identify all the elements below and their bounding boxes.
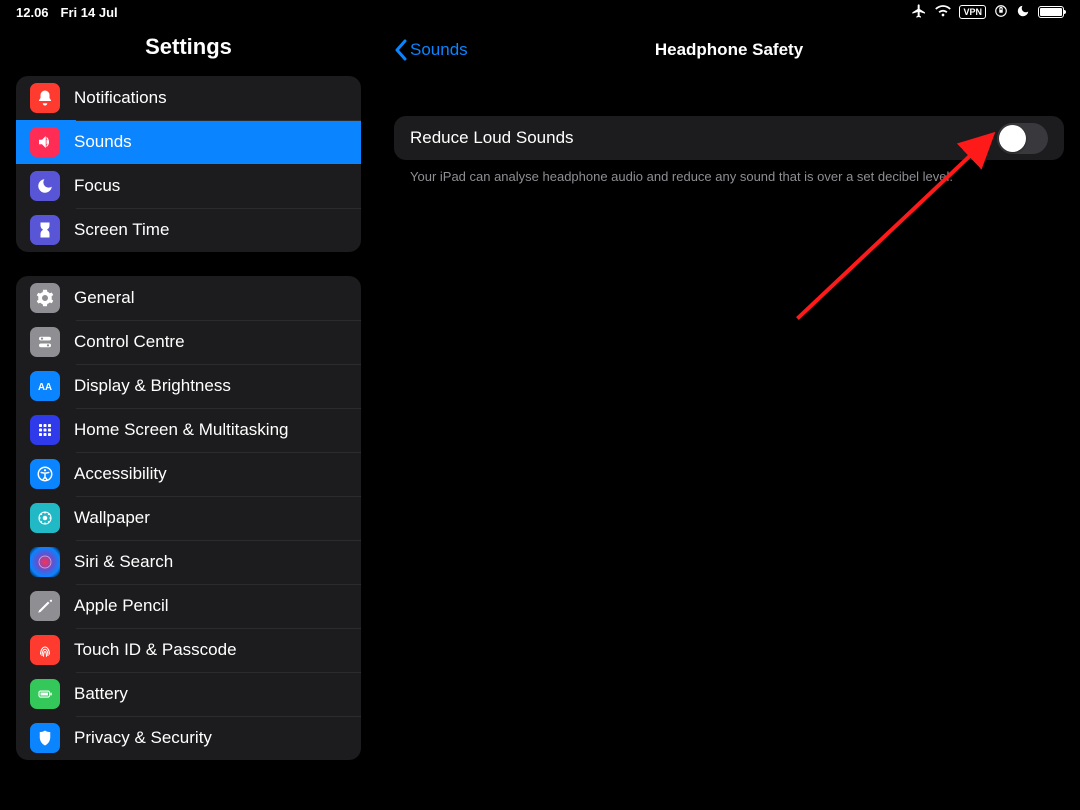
settings-group: Reduce Loud Sounds bbox=[394, 116, 1064, 160]
sounds-icon bbox=[30, 127, 60, 157]
status-bar: 12.06 Fri 14 Jul VPN bbox=[0, 0, 1080, 24]
sidebar-item-general[interactable]: General bbox=[16, 276, 361, 320]
sidebar-item-controlcentre[interactable]: Control Centre bbox=[16, 320, 361, 364]
sidebar-group-2: General Control Centre AA Display & Brig… bbox=[16, 276, 361, 760]
sidebar-item-label: General bbox=[74, 288, 134, 308]
sidebar: Settings Notifications Sounds bbox=[0, 24, 377, 810]
status-left: 12.06 Fri 14 Jul bbox=[16, 5, 118, 20]
battery-icon bbox=[30, 679, 60, 709]
detail-title: Headphone Safety bbox=[378, 40, 1080, 60]
privacy-icon bbox=[30, 723, 60, 753]
sidebar-group-1: Notifications Sounds Focus bbox=[16, 76, 361, 252]
sidebar-item-sounds[interactable]: Sounds bbox=[16, 120, 361, 164]
sidebar-item-pencil[interactable]: Apple Pencil bbox=[16, 584, 361, 628]
detail-pane: Sounds Headphone Safety Reduce Loud Soun… bbox=[377, 24, 1080, 810]
control-icon bbox=[30, 327, 60, 357]
sidebar-item-label: Display & Brightness bbox=[74, 376, 231, 396]
sidebar-item-privacy[interactable]: Privacy & Security bbox=[16, 716, 361, 760]
sidebar-item-wallpaper[interactable]: Wallpaper bbox=[16, 496, 361, 540]
sidebar-item-label: Touch ID & Passcode bbox=[74, 640, 237, 660]
sidebar-item-label: Accessibility bbox=[74, 464, 167, 484]
moon-icon bbox=[1016, 4, 1030, 21]
sidebar-item-focus[interactable]: Focus bbox=[16, 164, 361, 208]
sidebar-item-accessibility[interactable]: Accessibility bbox=[16, 452, 361, 496]
screentime-icon bbox=[30, 215, 60, 245]
vpn-indicator: VPN bbox=[959, 5, 986, 19]
siri-icon bbox=[30, 547, 60, 577]
sidebar-item-screentime[interactable]: Screen Time bbox=[16, 208, 361, 252]
wallpaper-icon bbox=[30, 503, 60, 533]
pencil-icon bbox=[30, 591, 60, 621]
gear-icon bbox=[30, 283, 60, 313]
sidebar-item-battery[interactable]: Battery bbox=[16, 672, 361, 716]
display-icon: AA bbox=[30, 371, 60, 401]
sidebar-item-label: Home Screen & Multitasking bbox=[74, 420, 288, 440]
cell-label: Reduce Loud Sounds bbox=[410, 128, 574, 148]
split-view: Settings Notifications Sounds bbox=[0, 24, 1080, 810]
orientation-lock-icon bbox=[994, 4, 1008, 21]
detail-header: Sounds Headphone Safety bbox=[378, 24, 1080, 76]
reduce-loud-sounds-toggle[interactable] bbox=[997, 123, 1048, 154]
sidebar-item-touchid[interactable]: Touch ID & Passcode bbox=[16, 628, 361, 672]
notifications-icon bbox=[30, 83, 60, 113]
app-root: 12.06 Fri 14 Jul VPN Settings bbox=[0, 0, 1080, 810]
sidebar-item-label: Siri & Search bbox=[74, 552, 173, 572]
back-button[interactable]: Sounds bbox=[394, 39, 468, 61]
status-right: VPN bbox=[911, 3, 1064, 22]
detail-body: Reduce Loud Sounds Your iPad can analyse… bbox=[378, 76, 1080, 186]
sidebar-item-label: Notifications bbox=[74, 88, 167, 108]
touchid-icon bbox=[30, 635, 60, 665]
sidebar-item-label: Apple Pencil bbox=[74, 596, 169, 616]
focus-icon bbox=[30, 171, 60, 201]
sidebar-item-label: Control Centre bbox=[74, 332, 185, 352]
sidebar-item-label: Sounds bbox=[74, 132, 132, 152]
group-footer-text: Your iPad can analyse headphone audio an… bbox=[394, 160, 1064, 186]
sidebar-item-siri[interactable]: Siri & Search bbox=[16, 540, 361, 584]
sidebar-item-label: Screen Time bbox=[74, 220, 169, 240]
back-label: Sounds bbox=[410, 40, 468, 60]
sidebar-item-label: Wallpaper bbox=[74, 508, 150, 528]
battery-icon bbox=[1038, 6, 1064, 18]
sidebar-item-display[interactable]: AA Display & Brightness bbox=[16, 364, 361, 408]
sidebar-item-label: Privacy & Security bbox=[74, 728, 212, 748]
cell-reduce-loud-sounds: Reduce Loud Sounds bbox=[394, 116, 1064, 160]
chevron-left-icon bbox=[394, 39, 408, 61]
accessibility-icon bbox=[30, 459, 60, 489]
sidebar-item-notifications[interactable]: Notifications bbox=[16, 76, 361, 120]
airplane-icon bbox=[911, 3, 927, 22]
wifi-icon bbox=[935, 3, 951, 22]
status-date: Fri 14 Jul bbox=[61, 5, 118, 20]
homescreen-icon bbox=[30, 415, 60, 445]
sidebar-item-homescreen[interactable]: Home Screen & Multitasking bbox=[16, 408, 361, 452]
sidebar-title: Settings bbox=[0, 24, 377, 76]
svg-text:AA: AA bbox=[38, 382, 52, 393]
sidebar-item-label: Battery bbox=[74, 684, 128, 704]
status-time: 12.06 bbox=[16, 5, 49, 20]
sidebar-item-label: Focus bbox=[74, 176, 120, 196]
toggle-knob bbox=[999, 125, 1026, 152]
